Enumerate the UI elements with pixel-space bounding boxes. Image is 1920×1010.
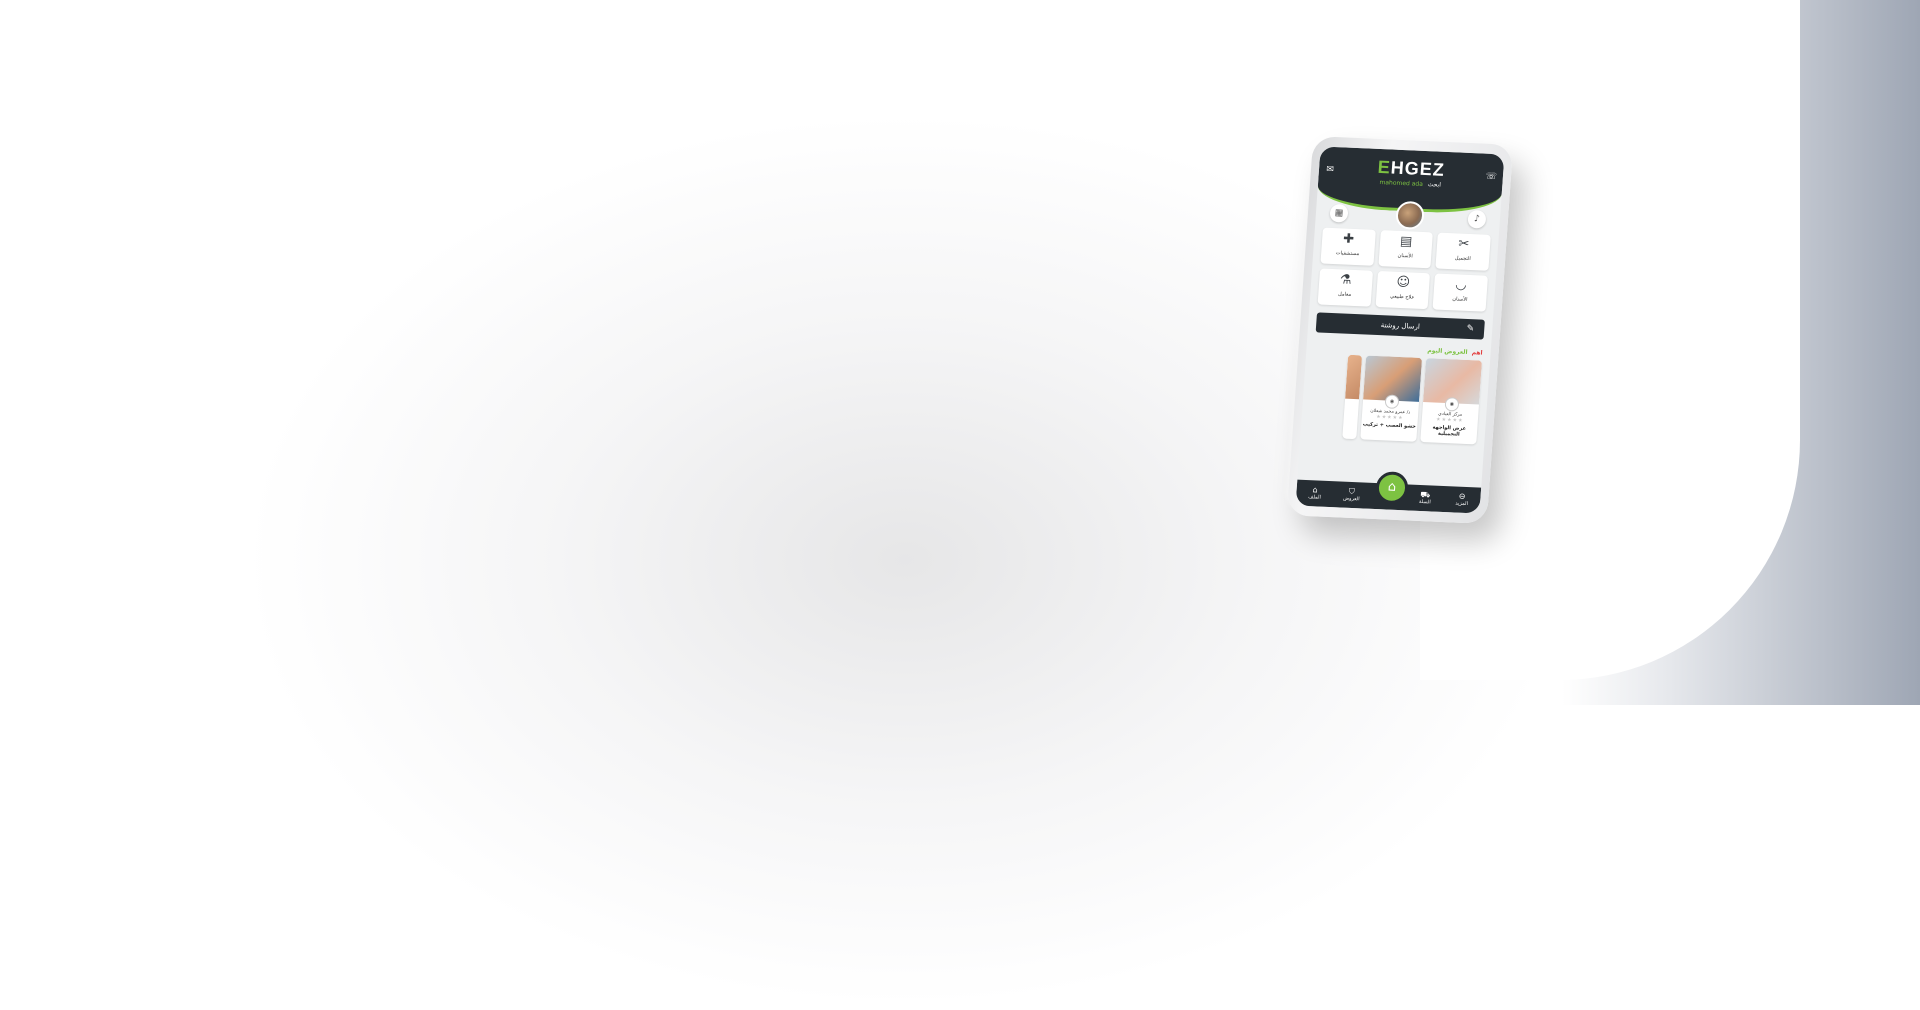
category-tile-beauty[interactable]: ✂ التجميل [1435, 232, 1491, 271]
prescription-icon: ✎ [1466, 323, 1475, 335]
offer-card-partial[interactable] [1342, 354, 1363, 440]
offer-name: عرض الواجهة التجميلية [1432, 424, 1467, 438]
calendar-icon[interactable]: ▦ [1329, 203, 1349, 223]
category-grid: ✂ التجميل ▤ الأسنان ✚ مستشفيات ◡ الأسنان… [1310, 225, 1499, 312]
send-prescription-button[interactable]: ✎ ارسال روشتة [1315, 312, 1485, 340]
notification-bell-icon[interactable]: ♪ [1467, 209, 1487, 229]
home-button[interactable]: ⌂ [1374, 471, 1410, 505]
home-icon: ⌂ [1387, 479, 1397, 495]
offer-image [1345, 354, 1363, 400]
phone-screen: ✉ ☏ EHGEZ mahomed ada ابحث ♪ ▦ ✂ التجميل… [1295, 146, 1505, 514]
offer-card[interactable]: ◉ د/ عمرو محمد شعلان ★★★★★ حشو العصب + ت… [1360, 355, 1423, 442]
nav-profile[interactable]: ⌂ الملف [1299, 485, 1330, 502]
bottom-nav: ⊖ المزيد ⛟ السلة ⛉ العروض ⌂ الملف ⌂ [1295, 471, 1482, 514]
doctor-icon: ☺ [1396, 274, 1411, 291]
phone-call-icon[interactable]: ☏ [1485, 172, 1497, 182]
nav-more[interactable]: ⊖ المزيد [1446, 491, 1477, 508]
tooth-icon: ◡ [1454, 277, 1468, 293]
chat-icon[interactable]: ✉ [1325, 165, 1336, 175]
user-name: mahomed ada [1379, 179, 1424, 188]
phone-mockup: ✉ ☏ EHGEZ mahomed ada ابحث ♪ ▦ ✂ التجميل… [1286, 136, 1514, 524]
nav-offers[interactable]: ⛉ العروض [1336, 486, 1367, 503]
category-tile-hospitals[interactable]: ✚ مستشفيات [1320, 227, 1376, 266]
avatar[interactable] [1395, 200, 1425, 230]
offer-name: حشو العصب + تركيب [1362, 421, 1417, 430]
offers-list: ◉ مركز العيادي ★★★★★ عرض الواجهة التجميل… [1300, 353, 1490, 445]
category-tile-clinic[interactable]: ▤ الأسنان [1378, 230, 1434, 269]
clinic-logo-icon: ◉ [1384, 394, 1400, 409]
beauty-icon: ✂ [1457, 236, 1470, 252]
category-tile-teeth[interactable]: ◡ الأسنان [1432, 273, 1488, 312]
clinic-logo-icon: ◉ [1444, 397, 1460, 412]
hospital-icon: ✚ [1342, 231, 1355, 247]
user-tag: ابحث [1427, 181, 1442, 189]
clinic-icon: ▤ [1399, 233, 1413, 250]
rating-stars: ★★★★★ [1435, 416, 1464, 424]
nav-cart[interactable]: ⛟ السلة [1410, 490, 1441, 507]
category-tile-physio[interactable]: ☺ علاج طبيعي [1375, 270, 1431, 310]
phone-body: ✉ ☏ EHGEZ mahomed ada ابحث ♪ ▦ ✂ التجميل… [1286, 136, 1514, 524]
lab-icon: ⚗ [1339, 272, 1353, 288]
offer-card[interactable]: ◉ مركز العيادي ★★★★★ عرض الواجهة التجميل… [1420, 358, 1483, 445]
category-tile-labs[interactable]: ⚗ معامل [1317, 268, 1373, 307]
